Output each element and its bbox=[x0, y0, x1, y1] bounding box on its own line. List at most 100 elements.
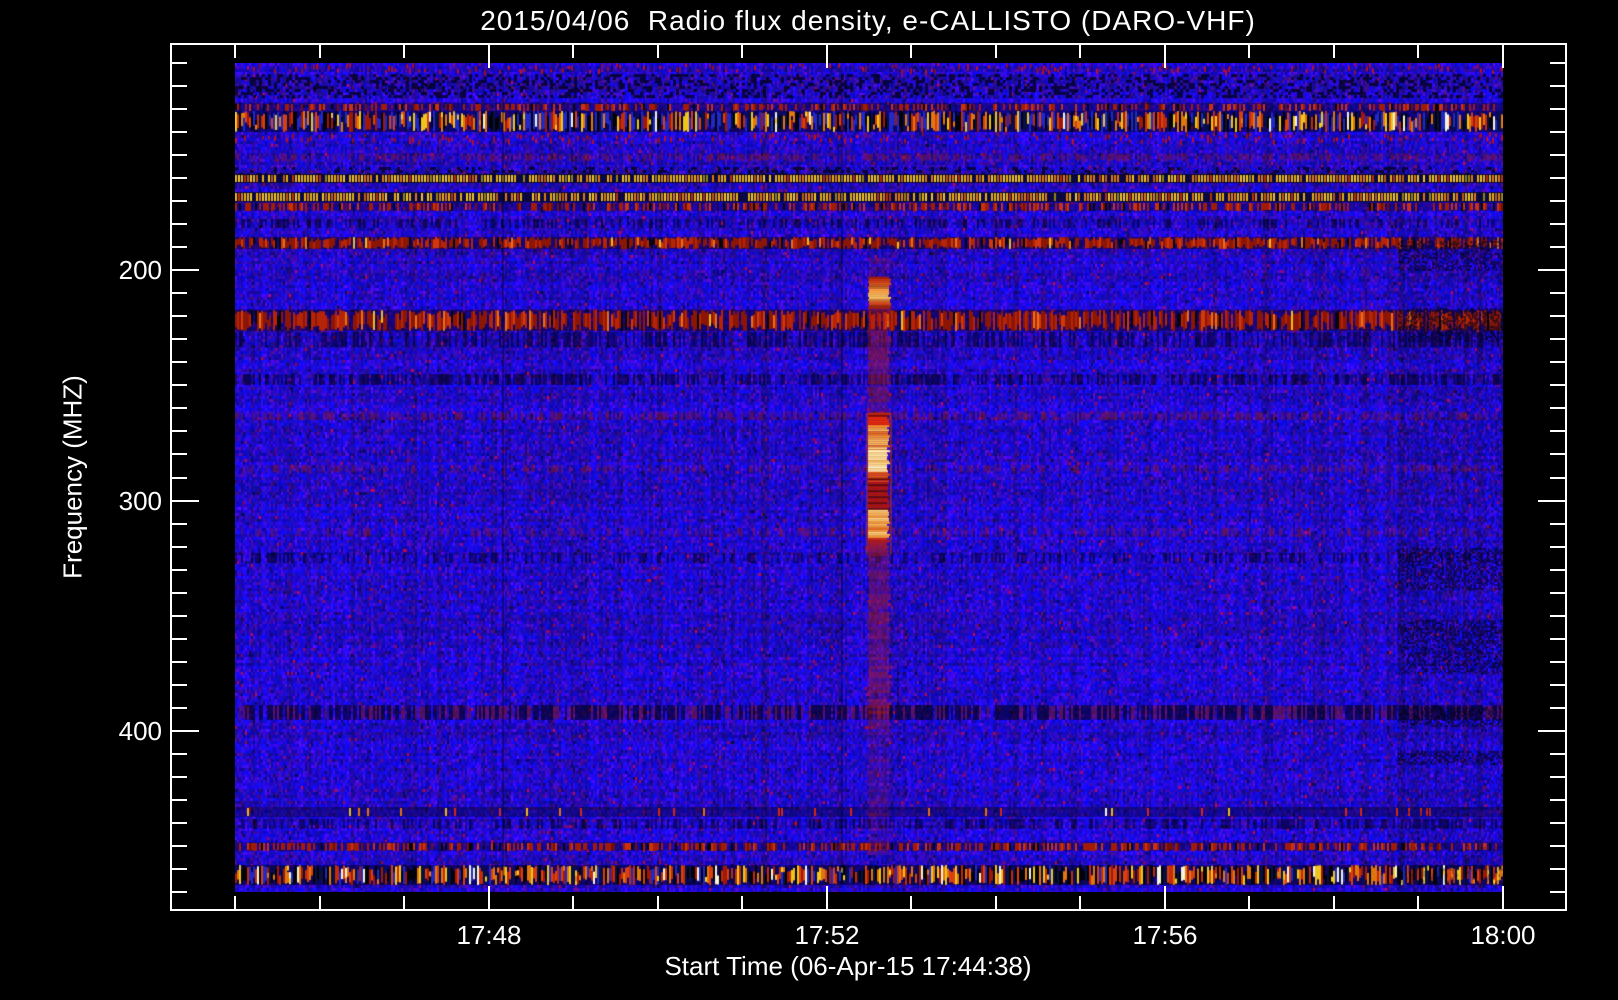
y-minor-tick bbox=[172, 384, 187, 386]
y-minor-tick bbox=[172, 546, 187, 548]
x-minor-tick-top bbox=[572, 45, 574, 58]
x-minor-tick-top bbox=[1079, 45, 1081, 58]
x-minor-tick-top bbox=[657, 45, 659, 58]
x-major-tick bbox=[1502, 886, 1504, 909]
y-minor-tick-right bbox=[1550, 407, 1565, 409]
y-minor-tick bbox=[172, 776, 187, 778]
x-minor-tick bbox=[995, 896, 997, 909]
x-minor-tick bbox=[910, 896, 912, 909]
y-minor-tick-right bbox=[1550, 338, 1565, 340]
x-minor-tick bbox=[403, 896, 405, 909]
y-major-tick-right bbox=[1538, 269, 1565, 271]
y-minor-tick-right bbox=[1550, 523, 1565, 525]
plot-frame bbox=[170, 43, 1567, 911]
y-minor-tick-right bbox=[1550, 799, 1565, 801]
x-minor-tick-top bbox=[741, 45, 743, 58]
x-tick-label: 18:00 bbox=[1470, 920, 1536, 950]
x-minor-tick-top bbox=[910, 45, 912, 58]
x-minor-tick bbox=[234, 896, 236, 909]
y-minor-tick-right bbox=[1550, 638, 1565, 640]
y-minor-tick bbox=[172, 845, 187, 847]
y-minor-tick bbox=[172, 62, 187, 64]
y-minor-tick bbox=[172, 799, 187, 801]
y-major-tick bbox=[172, 500, 199, 502]
y-minor-tick-right bbox=[1550, 615, 1565, 617]
x-minor-tick-top bbox=[1333, 45, 1335, 58]
y-minor-tick-right bbox=[1550, 430, 1565, 432]
x-minor-tick-top bbox=[234, 45, 236, 58]
y-minor-tick bbox=[172, 315, 187, 317]
x-tick-label: 17:52 bbox=[794, 920, 860, 950]
y-minor-tick bbox=[172, 131, 187, 133]
y-major-tick-right bbox=[1538, 730, 1565, 732]
x-minor-tick bbox=[1333, 896, 1335, 909]
y-minor-tick-right bbox=[1550, 292, 1565, 294]
x-major-tick-top bbox=[1502, 45, 1504, 68]
y-minor-tick-right bbox=[1550, 592, 1565, 594]
x-minor-tick bbox=[741, 896, 743, 909]
y-minor-tick-right bbox=[1550, 753, 1565, 755]
y-minor-tick-right bbox=[1550, 822, 1565, 824]
y-minor-tick bbox=[172, 453, 187, 455]
y-minor-tick bbox=[172, 868, 187, 870]
x-minor-tick-top bbox=[995, 45, 997, 58]
y-minor-tick bbox=[172, 246, 187, 248]
y-minor-tick-right bbox=[1550, 384, 1565, 386]
x-major-tick-top bbox=[1164, 45, 1166, 68]
y-minor-tick-right bbox=[1550, 200, 1565, 202]
y-minor-tick bbox=[172, 177, 187, 179]
y-minor-tick bbox=[172, 569, 187, 571]
x-minor-tick-top bbox=[1248, 45, 1250, 58]
chart-title: 2015/04/06 Radio flux density, e-CALLIST… bbox=[480, 5, 1256, 36]
y-minor-tick-right bbox=[1550, 246, 1565, 248]
x-tick-label: 17:56 bbox=[1132, 920, 1198, 950]
x-major-tick-top bbox=[826, 45, 828, 68]
y-minor-tick bbox=[172, 85, 187, 87]
y-minor-tick-right bbox=[1550, 868, 1565, 870]
y-major-tick bbox=[172, 269, 199, 271]
x-minor-tick bbox=[1417, 896, 1419, 909]
y-minor-tick bbox=[172, 707, 187, 709]
x-minor-tick-top bbox=[319, 45, 321, 58]
x-minor-tick bbox=[657, 896, 659, 909]
y-minor-tick-right bbox=[1550, 154, 1565, 156]
y-minor-tick-right bbox=[1550, 85, 1565, 87]
y-minor-tick bbox=[172, 430, 187, 432]
y-minor-tick-right bbox=[1550, 661, 1565, 663]
y-minor-tick bbox=[172, 200, 187, 202]
x-major-tick bbox=[1164, 886, 1166, 909]
y-minor-tick bbox=[172, 223, 187, 225]
y-minor-tick bbox=[172, 361, 187, 363]
y-minor-tick bbox=[172, 822, 187, 824]
y-minor-tick-right bbox=[1550, 131, 1565, 133]
y-minor-tick-right bbox=[1550, 845, 1565, 847]
x-axis-title: Start Time (06-Apr-15 17:44:38) bbox=[664, 951, 1032, 981]
y-major-tick bbox=[172, 730, 199, 732]
y-major-tick-right bbox=[1538, 500, 1565, 502]
y-minor-tick bbox=[172, 592, 187, 594]
x-minor-tick-top bbox=[403, 45, 405, 58]
y-minor-tick-right bbox=[1550, 361, 1565, 363]
y-minor-tick-right bbox=[1550, 546, 1565, 548]
y-minor-tick bbox=[172, 684, 187, 686]
y-axis-title: Frequency (MHZ) bbox=[57, 375, 88, 579]
y-minor-tick bbox=[172, 891, 187, 893]
x-major-tick-top bbox=[488, 45, 490, 68]
x-minor-tick-top bbox=[1417, 45, 1419, 58]
y-minor-tick-right bbox=[1550, 477, 1565, 479]
y-minor-tick-right bbox=[1550, 223, 1565, 225]
x-minor-tick bbox=[1248, 896, 1250, 909]
y-minor-tick-right bbox=[1550, 108, 1565, 110]
y-minor-tick bbox=[172, 154, 187, 156]
y-minor-tick-right bbox=[1550, 177, 1565, 179]
y-minor-tick-right bbox=[1550, 684, 1565, 686]
y-tick-label: 400 bbox=[118, 716, 162, 746]
y-minor-tick bbox=[172, 292, 187, 294]
y-minor-tick-right bbox=[1550, 569, 1565, 571]
y-minor-tick-right bbox=[1550, 453, 1565, 455]
y-minor-tick bbox=[172, 638, 187, 640]
y-minor-tick bbox=[172, 338, 187, 340]
y-minor-tick bbox=[172, 108, 187, 110]
x-major-tick bbox=[488, 886, 490, 909]
y-tick-label: 200 bbox=[118, 255, 162, 285]
